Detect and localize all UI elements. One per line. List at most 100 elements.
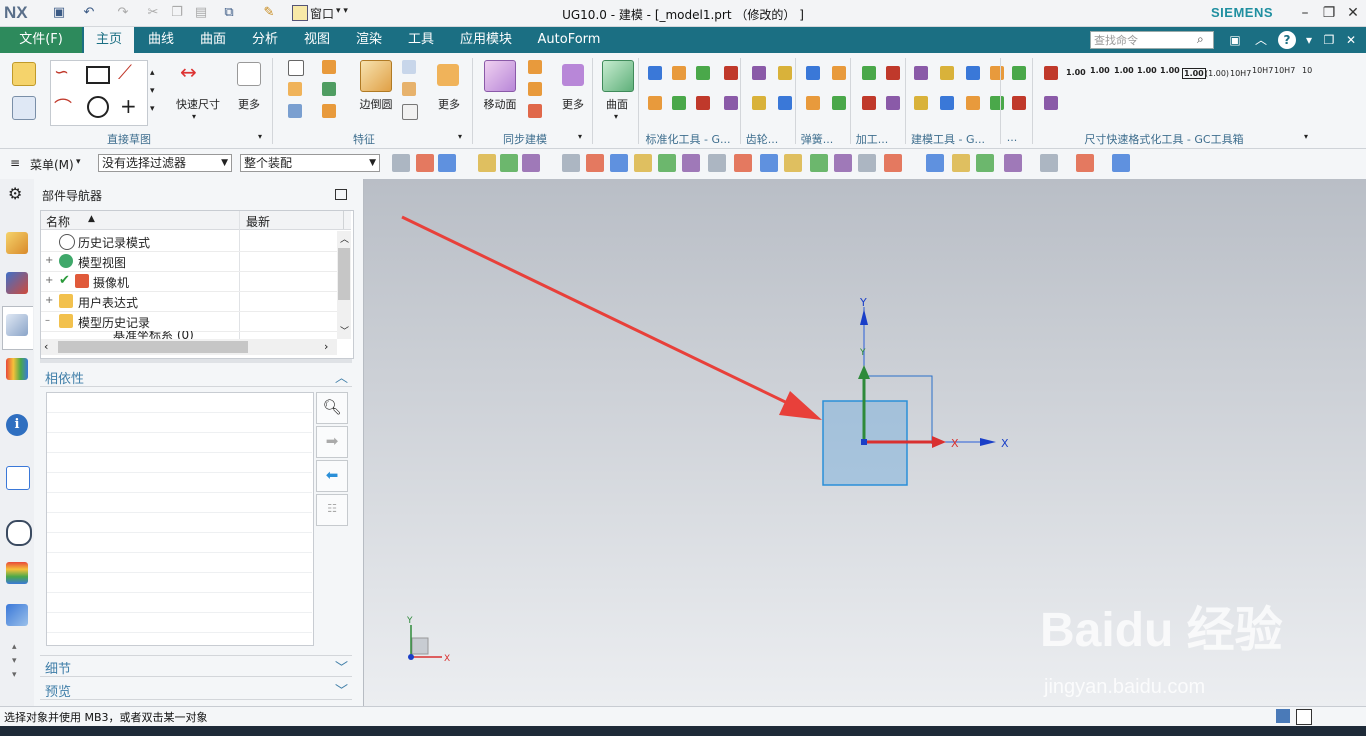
- tree-row-datum-csys[interactable]: 基准坐标系 (0): [41, 331, 337, 339]
- dim-format-3[interactable]: 1.00: [1114, 66, 1134, 75]
- gear-icon[interactable]: ⚙: [8, 184, 22, 203]
- dependency-section-header[interactable]: 相依性 ︿: [40, 366, 352, 387]
- chevron-down-icon[interactable]: ▾: [458, 132, 462, 141]
- show-hide-icon[interactable]: [478, 154, 496, 172]
- more-feature-icon[interactable]: [437, 64, 459, 86]
- gc-tool-icon[interactable]: [752, 66, 766, 80]
- tree-row-user-expressions[interactable]: + 用户表达式: [41, 291, 339, 312]
- gc-tool-icon[interactable]: [1044, 96, 1058, 110]
- gc-tool-icon[interactable]: [672, 96, 686, 110]
- chevron-down-icon[interactable]: ▾: [258, 132, 262, 141]
- window-menu[interactable]: 窗口: [310, 5, 334, 22]
- line-icon[interactable]: ⟋: [118, 60, 132, 84]
- tab-tools[interactable]: 工具: [400, 27, 442, 53]
- minimize-button[interactable]: –: [1294, 3, 1316, 23]
- gc-tool-icon[interactable]: [940, 66, 954, 80]
- restore-button[interactable]: ❐: [1318, 3, 1340, 23]
- tab-analysis[interactable]: 分析: [244, 27, 286, 53]
- tree-row-history-mode[interactable]: 历史记录模式: [41, 231, 339, 252]
- help-icon[interactable]: ?: [1278, 31, 1296, 49]
- gc-tool-icon[interactable]: [832, 96, 846, 110]
- assembly-scope-select[interactable]: 整个装配 ▼: [240, 154, 380, 172]
- command-search-input[interactable]: 查找命令: [1090, 31, 1214, 49]
- copy-icon[interactable]: ❐: [168, 4, 186, 22]
- assembly-navigator-icon[interactable]: [6, 232, 28, 254]
- maximize-panel-icon[interactable]: [335, 189, 347, 200]
- pull-face-icon[interactable]: [528, 60, 542, 74]
- redo-icon[interactable]: ↷: [114, 4, 132, 22]
- reuse-library-icon[interactable]: [6, 358, 28, 380]
- tree-row-model-history[interactable]: – 模型历史记录: [41, 311, 339, 332]
- tree-horizontal-scroll-thumb[interactable]: [58, 341, 248, 353]
- gc-tool-icon[interactable]: [990, 96, 1004, 110]
- quick-dimension-icon[interactable]: ↔: [180, 60, 197, 84]
- gc-tool-icon[interactable]: [806, 66, 820, 80]
- gc-tool-icon[interactable]: [752, 96, 766, 110]
- visualization-icon[interactable]: [6, 562, 28, 584]
- close-button[interactable]: ✕: [1342, 3, 1364, 23]
- more-sketch-icon[interactable]: [237, 62, 261, 86]
- solid-body-icon[interactable]: [610, 154, 628, 172]
- control-point-icon[interactable]: [682, 154, 700, 172]
- restore-doc-icon[interactable]: ❐: [1320, 31, 1338, 49]
- move-face-button[interactable]: 移动面: [478, 96, 522, 112]
- tab-home[interactable]: 主页: [84, 27, 134, 53]
- circle-icon[interactable]: [87, 96, 109, 118]
- cut-icon[interactable]: ✂: [144, 4, 162, 22]
- rectangle-select-icon[interactable]: [562, 154, 580, 172]
- tab-autoform[interactable]: AutoForm: [530, 27, 608, 53]
- gc-tool-icon[interactable]: [648, 66, 662, 80]
- back-button[interactable]: ⬅: [316, 460, 348, 492]
- menu-icon[interactable]: ≡: [10, 156, 20, 170]
- gc-tool-icon[interactable]: [1044, 66, 1058, 80]
- hole-icon[interactable]: [288, 82, 302, 96]
- dim-format-4[interactable]: 1.00: [1137, 66, 1157, 75]
- quadrant-icon[interactable]: [784, 154, 802, 172]
- history-icon[interactable]: [6, 520, 32, 546]
- surface-button[interactable]: 曲面: [598, 96, 636, 112]
- tab-view[interactable]: 视图: [296, 27, 338, 53]
- resource-bar-scroll-icon[interactable]: ▴ ▾ ▾: [12, 640, 17, 682]
- save-icon[interactable]: ▣: [50, 4, 68, 22]
- chevron-down-icon[interactable]: ▾: [578, 132, 582, 141]
- sketch-icon[interactable]: [12, 62, 36, 86]
- file-menu-button[interactable]: 文件(F): [0, 27, 82, 53]
- dim-format-11[interactable]: 10: [1302, 66, 1312, 75]
- dim-format-2[interactable]: 1.00: [1090, 66, 1110, 75]
- gc-tool-icon[interactable]: [806, 96, 820, 110]
- unite-icon[interactable]: [322, 82, 336, 96]
- gc-tool-icon[interactable]: [724, 96, 738, 110]
- chevron-down-icon[interactable]: ﹀: [340, 324, 349, 337]
- column-latest-header[interactable]: 最新: [246, 213, 270, 230]
- gc-tool-icon[interactable]: [778, 66, 792, 80]
- dim-format-8[interactable]: 10H7: [1230, 69, 1251, 78]
- web-browser-icon[interactable]: [6, 466, 30, 490]
- rotate-icon[interactable]: [976, 154, 994, 172]
- column-name-header[interactable]: 名称: [46, 213, 70, 230]
- gc-tool-icon[interactable]: [1012, 96, 1026, 110]
- chevron-down-icon[interactable]: ▾: [192, 112, 196, 121]
- gc-tool-icon[interactable]: [696, 66, 710, 80]
- gallery-scroll-icon[interactable]: ▴ ▾ ▾: [150, 64, 155, 118]
- trim-body-icon[interactable]: [402, 104, 418, 120]
- sort-ascending-icon[interactable]: ▲: [88, 214, 95, 224]
- undo-icon[interactable]: ↶: [80, 4, 98, 22]
- boolean-icon[interactable]: [322, 104, 336, 118]
- selection-filter-select[interactable]: 没有选择过滤器 ▼: [98, 154, 232, 172]
- chevron-left-icon[interactable]: ‹: [44, 340, 48, 353]
- snap-mode-icon[interactable]: [884, 154, 902, 172]
- more-feature-button[interactable]: 更多: [432, 96, 466, 112]
- gc-tool-icon[interactable]: [1012, 66, 1026, 80]
- point-on-surface-icon[interactable]: [858, 154, 876, 172]
- mid-point-icon[interactable]: [658, 154, 676, 172]
- search-icon[interactable]: ⌕: [1197, 32, 1204, 47]
- edge-blend-icon[interactable]: [360, 60, 392, 92]
- chevron-right-icon[interactable]: ›: [324, 340, 328, 353]
- extrude-icon[interactable]: [288, 60, 304, 76]
- gc-tool-icon[interactable]: [966, 96, 980, 110]
- repeat-command-icon[interactable]: ⧉: [220, 4, 238, 22]
- roles-icon[interactable]: [6, 604, 28, 626]
- snap-grid-icon[interactable]: [416, 154, 434, 172]
- gc-tool-icon[interactable]: [778, 96, 792, 110]
- dim-format-9[interactable]: 10H7: [1252, 66, 1273, 75]
